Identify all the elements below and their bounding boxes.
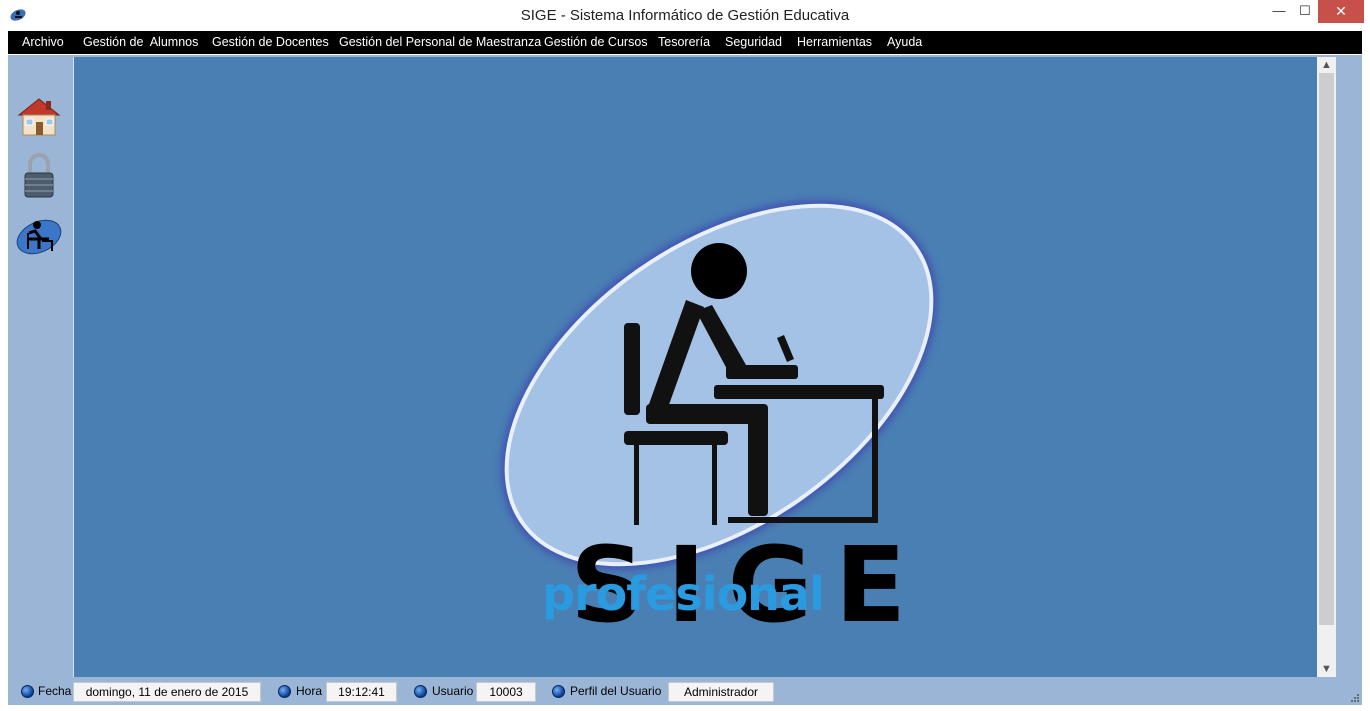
- usuario-label: Usuario: [432, 684, 474, 698]
- fecha-value: domingo, 11 de enero de 2015: [73, 682, 261, 702]
- menu-gestion-cursos[interactable]: Gestión de Cursos: [544, 31, 648, 54]
- menu-seguridad[interactable]: Seguridad: [725, 31, 782, 54]
- scroll-down-arrow-icon[interactable]: ▼: [1317, 661, 1336, 677]
- main-frame: SIGE profesional ▲ ▼: [8, 55, 1362, 680]
- window-title: SIGE - Sistema Informático de Gestión Ed…: [520, 7, 850, 24]
- menu-ayuda[interactable]: Ayuda: [887, 31, 922, 54]
- menu-gestion-maestranza[interactable]: Gestión del Personal de Maestranza: [339, 31, 541, 54]
- hora-dot-icon: [278, 685, 291, 698]
- menu-gestion-docentes[interactable]: Gestión de Docentes: [212, 31, 329, 54]
- fecha-dot-icon: [21, 685, 34, 698]
- status-bar: Fecha domingo, 11 de enero de 2015 Hora …: [8, 680, 1362, 705]
- scroll-up-arrow-icon[interactable]: ▲: [1317, 57, 1336, 73]
- resize-grip-icon[interactable]: [1350, 693, 1360, 703]
- menu-herramientas[interactable]: Herramientas: [797, 31, 872, 54]
- padlock-icon[interactable]: [15, 151, 63, 199]
- maximize-button[interactable]: ☐: [1288, 0, 1322, 23]
- menu-archivo[interactable]: Archivo: [22, 31, 64, 54]
- logo-subtitle: profesional: [542, 567, 825, 621]
- figure-head: [691, 243, 747, 299]
- fecha-label: Fecha: [38, 684, 72, 698]
- menu-tesoreria[interactable]: Tesorería: [658, 31, 710, 54]
- perfil-dot-icon: [552, 685, 565, 698]
- close-button[interactable]: ✕: [1318, 0, 1364, 23]
- scroll-thumb[interactable]: [1319, 73, 1334, 625]
- menu-gestion-alumnos[interactable]: Gestión de Alumnos: [83, 31, 198, 54]
- vertical-scrollbar[interactable]: ▲ ▼: [1317, 57, 1336, 677]
- left-toolbar: [8, 55, 71, 680]
- usuario-dot-icon: [414, 685, 427, 698]
- menu-bar: Archivo Gestión de Alumnos Gestión de Do…: [8, 31, 1362, 54]
- sige-logo: SIGE: [501, 200, 937, 635]
- main-content-area: SIGE profesional: [73, 57, 1318, 677]
- title-bar: SIGE - Sistema Informático de Gestión Ed…: [0, 0, 1370, 31]
- perfil-value: Administrador: [668, 682, 774, 702]
- perfil-label: Perfil del Usuario: [570, 684, 662, 698]
- usuario-value: 10003: [476, 682, 536, 702]
- hora-value: 19:12:41: [326, 682, 397, 702]
- home-icon[interactable]: [15, 93, 63, 141]
- hora-label: Hora: [296, 684, 323, 698]
- student-desk-icon[interactable]: [15, 213, 63, 261]
